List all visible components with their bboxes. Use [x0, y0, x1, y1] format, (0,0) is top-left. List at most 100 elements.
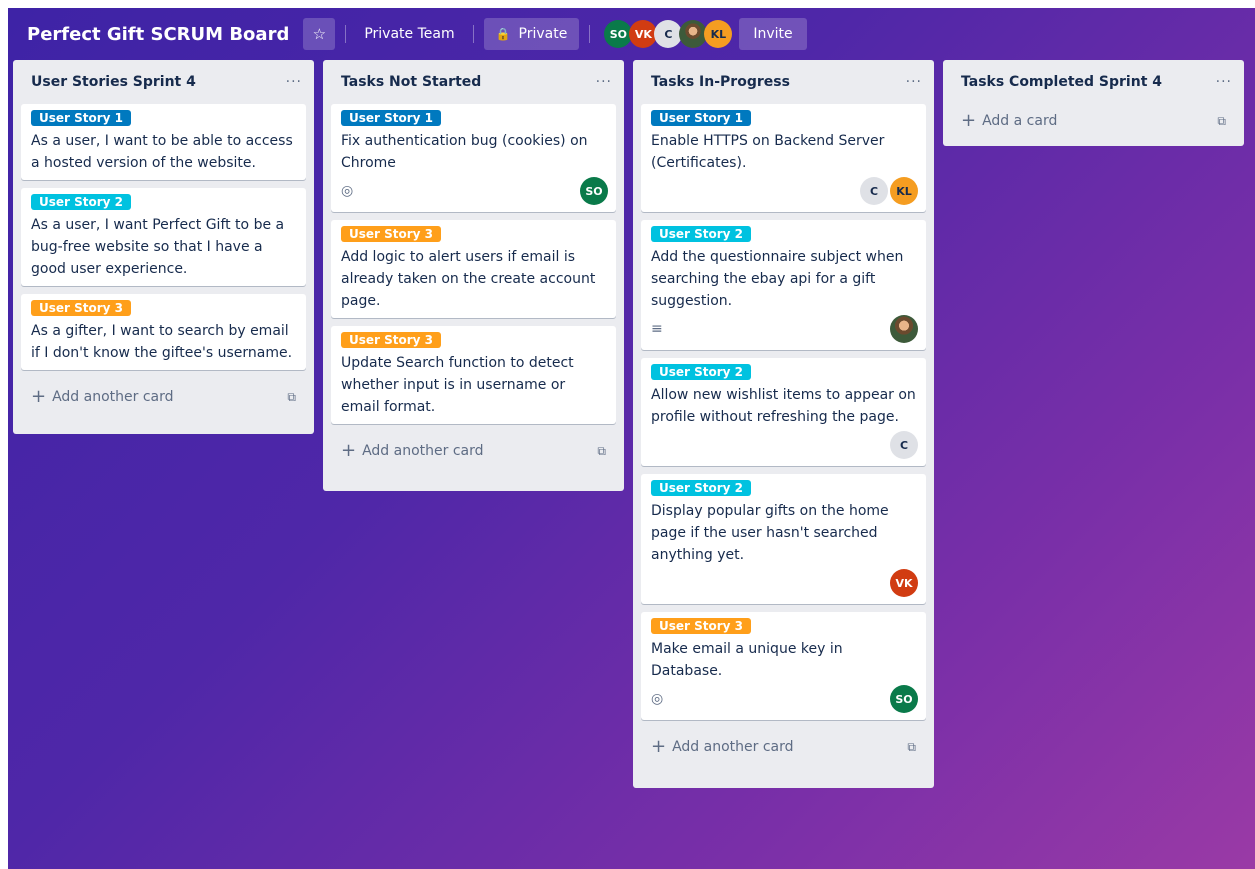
header-divider	[345, 25, 347, 43]
card[interactable]: User Story 3 Add logic to alert users if…	[331, 220, 616, 318]
card[interactable]: User Story 2 Add the questionnaire subje…	[641, 220, 926, 350]
team-button[interactable]: Private Team	[356, 18, 462, 50]
card-template-icon[interactable]: ⧉	[1217, 114, 1226, 129]
add-card-button[interactable]: + Add another card ⧉	[21, 378, 306, 416]
card-title: Make email a unique key in Database.	[651, 641, 843, 679]
card-template-icon[interactable]: ⧉	[907, 740, 916, 755]
header-divider	[472, 25, 474, 43]
add-card-label: Add another card	[672, 739, 794, 755]
invite-button[interactable]: Invite	[739, 18, 807, 50]
member-avatar[interactable]: C	[654, 20, 683, 48]
list-header: Tasks Completed Sprint 4 ···	[951, 60, 1236, 104]
card-label: User Story 1	[651, 110, 752, 126]
card-badges: C KL	[651, 176, 918, 206]
card-member-avatar[interactable]: KL	[890, 177, 918, 205]
list-tasks-not-started: Tasks Not Started ··· User Story 1 Fix a…	[323, 60, 624, 491]
list-menu-icon[interactable]: ···	[1216, 74, 1232, 90]
board-header: Perfect Gift SCRUM Board ☆ Private Team …	[8, 8, 1255, 60]
card-title: Add logic to alert users if email is alr…	[341, 249, 596, 309]
card-member-avatar[interactable]: C	[860, 177, 888, 205]
add-card-button[interactable]: + Add a card ⧉	[951, 104, 1236, 138]
card-badges: ≡	[651, 314, 918, 344]
card-label: User Story 3	[341, 226, 442, 242]
visibility-button[interactable]: 🔒 Private	[483, 18, 580, 50]
board-title[interactable]: Perfect Gift SCRUM Board	[27, 24, 289, 45]
list-title[interactable]: User Stories Sprint 4	[31, 74, 196, 90]
board-members: SO VK C KL	[604, 20, 733, 48]
card-template-icon[interactable]: ⧉	[597, 444, 606, 459]
plus-icon: +	[961, 110, 977, 131]
card-label: User Story 2	[31, 194, 132, 210]
card-member-avatar[interactable]: SO	[890, 685, 918, 713]
invite-label: Invite	[753, 26, 793, 42]
card-badges: ◎ SO	[341, 176, 608, 206]
watch-icon: ◎	[651, 691, 664, 707]
card-title: Fix authentication bug (cookies) on Chro…	[341, 133, 588, 171]
header-divider	[589, 25, 591, 43]
card[interactable]: User Story 3 As a gifter, I want to sear…	[21, 294, 306, 370]
add-card-label: Add another card	[362, 443, 484, 459]
list-tasks-completed: Tasks Completed Sprint 4 ··· + Add a card…	[943, 60, 1244, 146]
card-title: As a user, I want Perfect Gift to be a b…	[31, 217, 285, 277]
list-user-stories: User Stories Sprint 4 ··· User Story 1 A…	[13, 60, 314, 434]
add-card-button[interactable]: + Add another card ⧉	[331, 432, 616, 470]
card-member-avatar-photo[interactable]	[890, 315, 918, 343]
card-label: User Story 3	[31, 300, 132, 316]
card-title: Allow new wishlist items to appear on pr…	[651, 387, 916, 425]
list-header: Tasks In-Progress ···	[641, 60, 926, 104]
card-member-avatar[interactable]: VK	[890, 569, 918, 597]
board-canvas: Perfect Gift SCRUM Board ☆ Private Team …	[8, 8, 1255, 869]
list-title[interactable]: Tasks Completed Sprint 4	[961, 74, 1162, 90]
member-avatar[interactable]: VK	[629, 20, 658, 48]
list-header: User Stories Sprint 4 ···	[21, 60, 306, 104]
card-label: User Story 3	[651, 618, 752, 634]
plus-icon: +	[31, 386, 47, 407]
star-button[interactable]: ☆	[303, 18, 336, 50]
add-card-label: Add a card	[982, 113, 1058, 129]
list-menu-icon[interactable]: ···	[286, 74, 302, 90]
card-member-avatar[interactable]: C	[890, 431, 918, 459]
plus-icon: +	[341, 440, 357, 461]
list-title[interactable]: Tasks Not Started	[341, 74, 481, 90]
card-badges: ◎ SO	[651, 684, 918, 714]
card-template-icon[interactable]: ⧉	[287, 390, 296, 405]
card-label: User Story 2	[651, 364, 752, 380]
card-label: User Story 2	[651, 480, 752, 496]
list-header: Tasks Not Started ···	[331, 60, 616, 104]
member-avatar[interactable]: SO	[604, 20, 633, 48]
card[interactable]: User Story 3 Make email a unique key in …	[641, 612, 926, 720]
lock-icon: 🔒	[495, 27, 511, 41]
card-badges: VK	[651, 568, 918, 598]
visibility-label: Private	[518, 26, 568, 42]
description-icon: ≡	[651, 321, 663, 337]
card[interactable]: User Story 2 Display popular gifts on th…	[641, 474, 926, 604]
team-label: Private Team	[364, 26, 455, 42]
card-label: User Story 1	[31, 110, 132, 126]
card-title: Add the questionnaire subject when searc…	[651, 249, 904, 309]
watch-icon: ◎	[341, 183, 354, 199]
card-badges: C	[651, 430, 918, 460]
card-title: Display popular gifts on the home page i…	[651, 503, 889, 563]
card[interactable]: User Story 1 As a user, I want to be abl…	[21, 104, 306, 180]
plus-icon: +	[651, 736, 667, 757]
card-title: As a user, I want to be able to access a…	[31, 133, 293, 171]
card-title: Update Search function to detect whether…	[341, 355, 574, 415]
star-icon: ☆	[312, 25, 327, 43]
list-menu-icon[interactable]: ···	[906, 74, 922, 90]
member-avatar-photo[interactable]	[679, 20, 708, 48]
card[interactable]: User Story 1 Enable HTTPS on Backend Ser…	[641, 104, 926, 212]
card-member-avatar[interactable]: SO	[580, 177, 608, 205]
card[interactable]: User Story 1 Fix authentication bug (coo…	[331, 104, 616, 212]
add-card-button[interactable]: + Add another card ⧉	[641, 728, 926, 766]
member-avatar[interactable]: KL	[704, 20, 733, 48]
card-label: User Story 2	[651, 226, 752, 242]
card[interactable]: User Story 3 Update Search function to d…	[331, 326, 616, 424]
card-label: User Story 3	[341, 332, 442, 348]
list-tasks-in-progress: Tasks In-Progress ··· User Story 1 Enabl…	[633, 60, 934, 788]
card[interactable]: User Story 2 Allow new wishlist items to…	[641, 358, 926, 466]
list-menu-icon[interactable]: ···	[596, 74, 612, 90]
card[interactable]: User Story 2 As a user, I want Perfect G…	[21, 188, 306, 286]
card-title: As a gifter, I want to search by email i…	[31, 323, 293, 361]
card-title: Enable HTTPS on Backend Server (Certific…	[651, 133, 885, 171]
list-title[interactable]: Tasks In-Progress	[651, 74, 790, 90]
